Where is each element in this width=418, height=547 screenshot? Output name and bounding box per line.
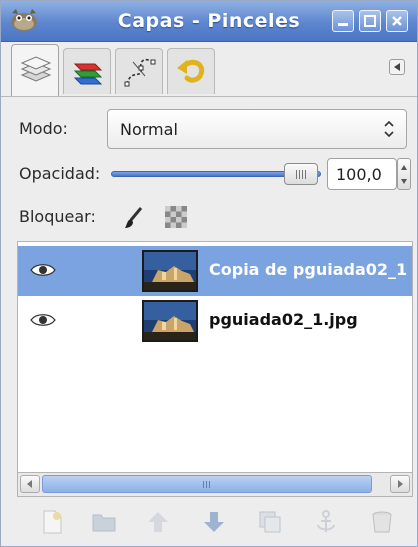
layer-thumbnail — [142, 250, 198, 292]
scroll-left-button[interactable] — [20, 475, 40, 493]
dock-tab-bar — [1, 42, 417, 96]
mode-value: Normal — [120, 120, 178, 139]
opacity-value: 100,0 — [336, 165, 382, 184]
layer-row[interactable]: pguiada02_1.jpg — [18, 296, 412, 346]
tab-menu-button[interactable] — [389, 59, 405, 75]
horizontal-scrollbar[interactable] — [17, 473, 413, 497]
lock-label: Bloquear: — [19, 207, 96, 226]
mode-combo[interactable]: Normal — [107, 109, 407, 149]
paths-tab[interactable] — [115, 48, 163, 94]
layer-group-folder-icon[interactable] — [91, 509, 117, 535]
opacity-spin-buttons[interactable] — [397, 158, 411, 190]
layer-thumbnail-image — [144, 302, 196, 340]
undo-history-tab[interactable] — [167, 48, 215, 94]
layer-thumbnail — [142, 300, 198, 342]
close-button[interactable] — [386, 10, 408, 32]
lower-layer-icon[interactable] — [201, 509, 227, 535]
paths-icon — [124, 58, 156, 87]
scroll-right-button[interactable] — [390, 475, 410, 493]
updown-arrows-icon — [384, 120, 394, 138]
maximize-icon — [364, 15, 376, 27]
layer-thumbnail-image — [144, 252, 196, 290]
layer-name[interactable]: Copia de pguiada02_1 — [209, 260, 407, 279]
opacity-label: Opacidad: — [19, 164, 101, 183]
anchor-layer-icon[interactable] — [313, 509, 339, 535]
visibility-eye-icon[interactable] — [30, 312, 56, 328]
visibility-eye-icon[interactable] — [30, 262, 56, 278]
layers-dialog-window: Capas - Pinceles Modo: Normal Opacidad: … — [0, 0, 418, 547]
lock-alpha-checker-icon[interactable] — [165, 206, 187, 228]
title-bar[interactable]: Capas - Pinceles — [1, 1, 417, 42]
minimize-button[interactable] — [332, 10, 354, 32]
raise-layer-icon[interactable] — [145, 509, 171, 535]
tab-divider — [1, 96, 417, 97]
channels-tab[interactable] — [63, 48, 111, 94]
minimize-icon — [338, 23, 348, 26]
opacity-slider-handle[interactable] — [284, 163, 318, 185]
window-title: Capas - Pinceles — [117, 10, 301, 32]
undo-icon — [177, 59, 205, 83]
close-icon — [392, 16, 402, 26]
layer-name[interactable]: pguiada02_1.jpg — [209, 310, 358, 329]
layers-icon — [20, 56, 52, 82]
new-layer-icon[interactable] — [39, 509, 65, 535]
mode-label: Modo: — [19, 119, 68, 138]
opacity-spinbox[interactable]: 100,0 — [327, 158, 397, 190]
layers-list[interactable]: Copia de pguiada02_1 pguiada02_1.jpg — [17, 241, 413, 473]
scroll-thumb[interactable] — [42, 475, 372, 493]
layers-tab[interactable] — [11, 44, 59, 96]
duplicate-layer-icon[interactable] — [257, 509, 283, 535]
layer-row[interactable]: Copia de pguiada02_1 — [18, 246, 412, 296]
lock-pixels-brush-icon[interactable] — [123, 206, 145, 230]
channels-icon — [73, 63, 103, 85]
delete-layer-trash-icon[interactable] — [369, 509, 395, 535]
maximize-button[interactable] — [359, 10, 381, 32]
